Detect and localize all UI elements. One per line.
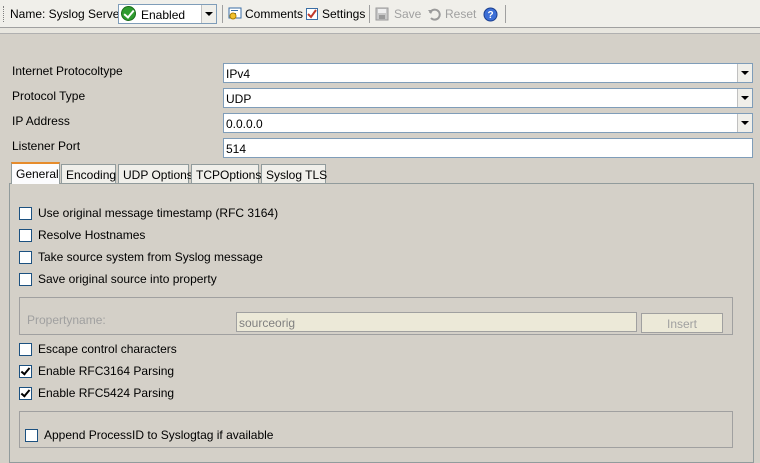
append-processid-checkbox[interactable] [25, 429, 38, 442]
settings-label: Settings [322, 7, 366, 21]
chevron-down-icon[interactable] [201, 5, 216, 23]
listener-port-label: Listener Port [12, 139, 81, 153]
save-icon [375, 7, 389, 21]
propertyname-value: sourceorig [239, 316, 296, 330]
rfc3164-label: Enable RFC3164 Parsing [38, 364, 175, 378]
name-label: Name: Syslog Server [10, 7, 124, 21]
rfc5424-checkbox[interactable] [19, 387, 32, 400]
settings-button[interactable]: Settings [304, 0, 366, 28]
chevron-down-icon[interactable] [737, 89, 752, 107]
take-source-system-checkbox[interactable] [19, 251, 32, 264]
tab-udp-options[interactable]: UDP Options [118, 164, 193, 183]
panel-header [0, 28, 760, 34]
reset-button[interactable]: Reset [426, 0, 478, 28]
toolbar-separator [369, 5, 370, 23]
propertyname-field[interactable]: sourceorig [236, 312, 637, 332]
protocol-type-value: UDP [226, 92, 252, 106]
toolbar-grip[interactable] [3, 6, 6, 22]
enabled-check-icon [121, 6, 136, 21]
propertyname-label: Propertyname: [27, 313, 106, 327]
save-button[interactable]: Save [374, 0, 422, 28]
protocoltype-label: Internet Protocoltype [12, 64, 123, 78]
insert-button[interactable]: Insert [641, 313, 723, 333]
ip-address-label: IP Address [12, 114, 70, 128]
resolve-hostnames-label: Resolve Hostnames [38, 228, 146, 242]
status-value: Enabled [141, 8, 186, 22]
chevron-down-icon[interactable] [737, 64, 752, 82]
save-label: Save [394, 7, 422, 21]
original-timestamp-checkbox[interactable] [19, 207, 32, 220]
listener-port-value: 514 [226, 142, 247, 156]
rfc5424-label: Enable RFC5424 Parsing [38, 386, 175, 400]
toolbar-separator [505, 5, 506, 23]
resolve-hostnames-checkbox[interactable] [19, 229, 32, 242]
protocol-type-select[interactable]: UDP [223, 88, 753, 108]
toolbar: Name: Syslog Server Enabled Comments Set… [0, 0, 760, 28]
chevron-down-icon[interactable] [737, 114, 752, 132]
help-icon[interactable]: ? [483, 7, 498, 22]
tab-tcp-options[interactable]: TCPOptions [191, 164, 261, 183]
append-processid-label: Append ProcessID to Syslogtag if availab… [44, 428, 274, 442]
ip-address-select[interactable]: 0.0.0.0 [223, 113, 753, 133]
tab-syslog-tls[interactable]: Syslog TLS [261, 164, 327, 183]
svg-text:?: ? [487, 10, 493, 21]
ip-address-value: 0.0.0.0 [226, 117, 263, 131]
protocol-type-label: Protocol Type [12, 89, 86, 103]
status-dropdown[interactable]: Enabled [118, 4, 217, 24]
listener-port-field[interactable]: 514 [223, 138, 753, 158]
original-timestamp-label: Use original message timestamp (RFC 3164… [38, 206, 279, 220]
toolbar-separator [222, 5, 223, 23]
comments-button[interactable]: Comments [227, 0, 303, 28]
protocoltype-select[interactable]: IPv4 [223, 63, 753, 83]
rfc3164-checkbox[interactable] [19, 365, 32, 378]
reset-icon [428, 8, 441, 21]
escape-control-checkbox[interactable] [19, 343, 32, 356]
protocoltype-value: IPv4 [226, 67, 251, 81]
tab-encoding[interactable]: Encoding [61, 164, 116, 183]
comments-icon [228, 7, 242, 20]
save-original-source-label: Save original source into property [38, 272, 217, 286]
settings-icon [306, 8, 318, 20]
tab-general[interactable]: General [11, 162, 60, 184]
reset-label: Reset [445, 7, 477, 21]
escape-control-label: Escape control characters [38, 342, 177, 356]
take-source-system-label: Take source system from Syslog message [38, 250, 263, 264]
save-original-source-checkbox[interactable] [19, 273, 32, 286]
comments-label: Comments [245, 7, 304, 21]
